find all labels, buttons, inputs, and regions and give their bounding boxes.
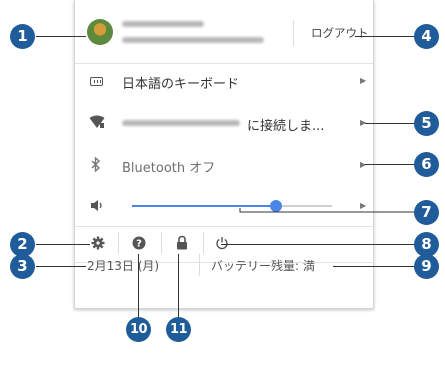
callout-6: 6 (414, 152, 439, 177)
callout-10: 10 (126, 317, 151, 342)
callout-3: 3 (10, 254, 35, 279)
callout-4: 4 (414, 24, 439, 49)
callout-7: 7 (414, 200, 439, 225)
callout-9: 9 (414, 254, 439, 279)
callout-11: 11 (166, 317, 191, 342)
callout-leader-7 (239, 208, 418, 213)
callout-1: 1 (10, 24, 35, 49)
callout-5: 5 (414, 111, 439, 136)
